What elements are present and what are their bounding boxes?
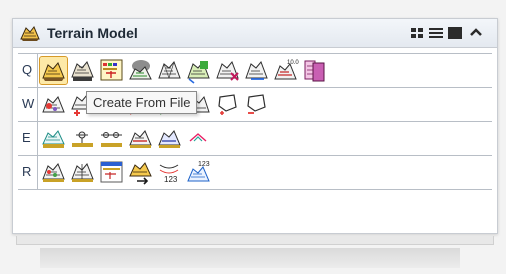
tool-row-q: Q 10.0 (18, 53, 492, 87)
row-key: E (22, 130, 31, 145)
terrain-model-panel: Terrain Model Q 10.0 W E R 123 123 (12, 18, 498, 234)
row-key: R (22, 164, 32, 179)
list-view-icon[interactable] (428, 25, 444, 41)
tool-row-e: E (18, 121, 492, 155)
create-from-file-icon[interactable] (39, 56, 68, 85)
analyze-trace-icon[interactable] (98, 125, 125, 152)
row-divider (37, 122, 38, 155)
svg-text:123: 123 (198, 161, 210, 168)
create-from-graphical-filter-icon[interactable] (98, 57, 125, 84)
row-divider (37, 54, 38, 87)
create-delta-icon[interactable] (243, 57, 270, 84)
label-contours-icon[interactable] (40, 159, 67, 186)
analyze-elevation-icon[interactable] (127, 125, 154, 152)
tooltip: Create From File (86, 91, 197, 114)
panel-title: Terrain Model (47, 25, 138, 41)
analyze-slope-icon[interactable] (156, 125, 183, 152)
collapse-chevron-up-icon[interactable] (468, 25, 484, 41)
tool-rows: Q 10.0 W E R 123 123 (18, 53, 492, 190)
create-from-text-file-icon[interactable] (156, 57, 183, 84)
merge-terrain-icon[interactable] (301, 57, 328, 84)
contour-labels-icon[interactable]: 123 (156, 159, 183, 186)
row-divider (37, 88, 38, 121)
elevation-labels-icon[interactable]: 123 (185, 159, 212, 186)
analyze-terrain-icon[interactable] (40, 125, 67, 152)
tool-row-r: R 123 123 (18, 155, 492, 190)
import-terrain-icon[interactable] (98, 159, 125, 186)
svg-text:10.0: 10.0 (287, 60, 299, 66)
panel-shadow (40, 248, 460, 268)
panel-view-icon[interactable] (447, 25, 463, 41)
analyze-point-icon[interactable] (69, 125, 96, 152)
terrain-model-icon (20, 24, 40, 42)
panel-header: Terrain Model (13, 19, 497, 48)
grid-view-icon[interactable] (409, 25, 425, 41)
panel-bottom-edge (16, 236, 494, 245)
label-spots-icon[interactable] (69, 159, 96, 186)
analyze-peak-icon[interactable] (185, 125, 212, 152)
row-key: Q (22, 62, 33, 77)
create-complex-icon[interactable] (214, 57, 241, 84)
create-clipped-icon[interactable] (185, 57, 212, 84)
row-key: W (22, 96, 35, 111)
create-from-elevation-icon[interactable]: 10.0 (272, 57, 299, 84)
remove-point-icon[interactable] (243, 91, 270, 118)
insert-point-icon[interactable] (214, 91, 241, 118)
row-divider (37, 156, 38, 189)
svg-text:123: 123 (164, 175, 178, 184)
create-from-elements-icon[interactable] (69, 57, 96, 84)
add-features-icon[interactable] (40, 91, 67, 118)
export-terrain-icon[interactable] (127, 159, 154, 186)
create-from-point-cloud-icon[interactable] (127, 57, 154, 84)
